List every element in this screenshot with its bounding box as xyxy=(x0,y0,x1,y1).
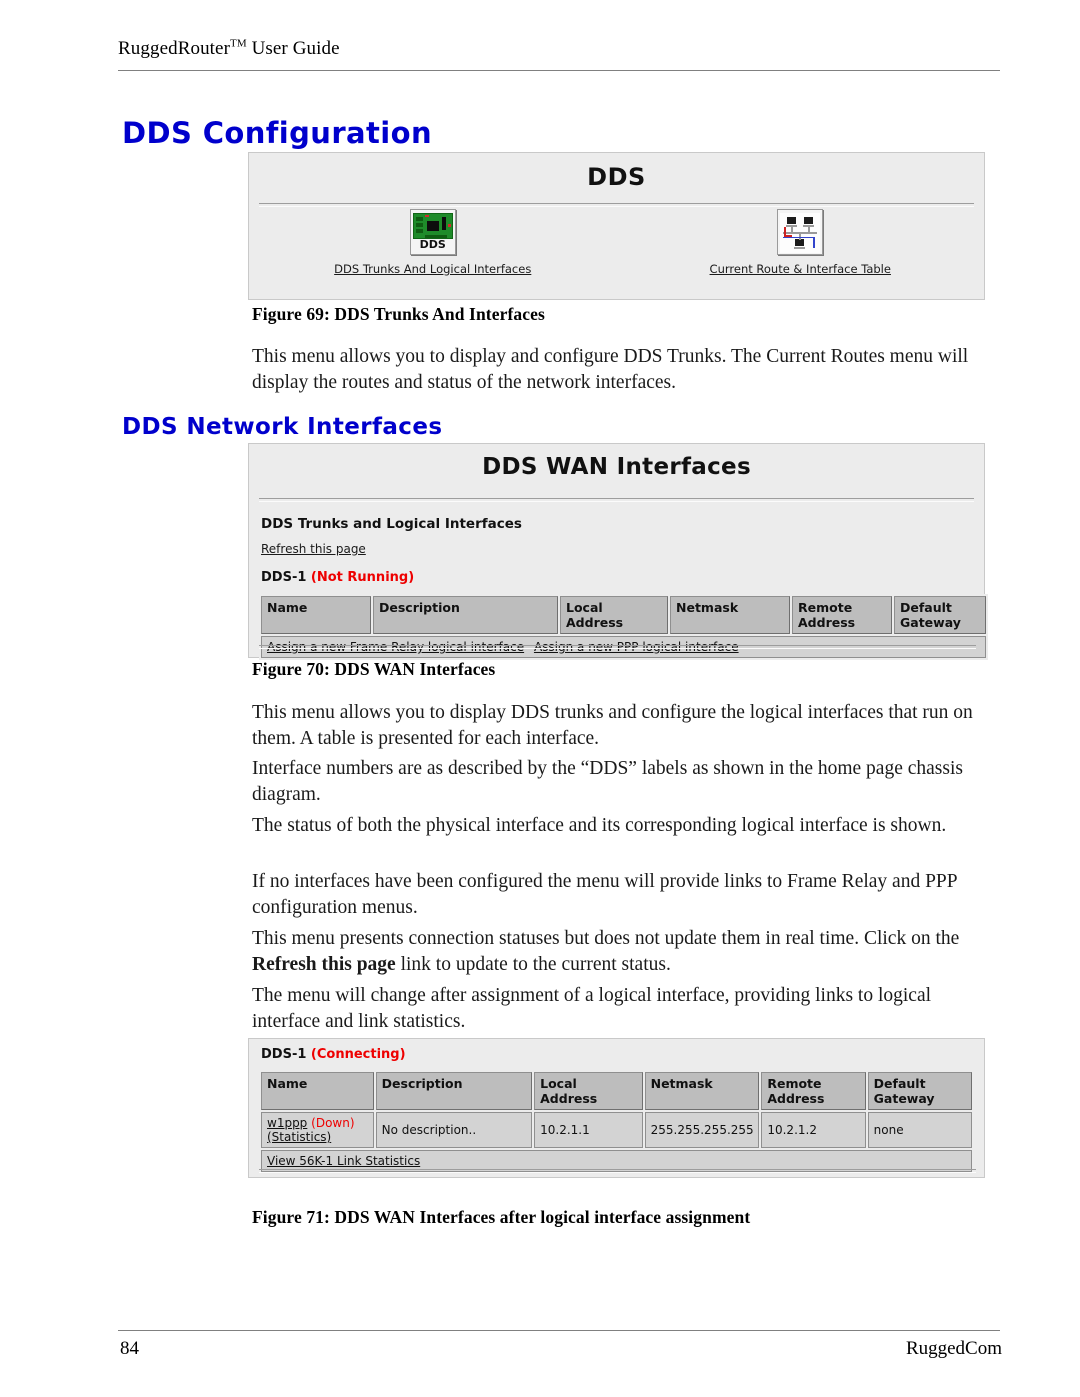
column-header-netmask: Netmask xyxy=(670,596,790,634)
paragraph-4: The status of both the physical interfac… xyxy=(252,815,947,836)
page-number: 84 xyxy=(120,1338,139,1359)
table-row: w1ppp (Down) (Statistics) No description… xyxy=(261,1112,972,1148)
dds-interfaces-table-populated: Name Description Local Address Netmask R… xyxy=(259,1070,974,1174)
paragraph-1: This menu allows you to display and conf… xyxy=(252,346,969,393)
section-title-dds-network-interfaces: DDS Network Interfaces xyxy=(122,414,443,440)
figure-70-caption: Figure 70: DDS WAN Interfaces xyxy=(252,659,496,679)
column-header-netmask: Netmask xyxy=(644,1072,760,1110)
column-header-local-address: Local Address xyxy=(534,1072,643,1110)
panel-bottom-divider xyxy=(259,1169,976,1173)
column-header-local-address: Local Address xyxy=(560,596,668,634)
trunk-status-dds1: DDS-1 (Not Running) xyxy=(261,570,984,585)
interface-statistics-link[interactable]: (Statistics) xyxy=(267,1130,331,1144)
trunk-name: DDS-1 xyxy=(261,1047,307,1062)
column-header-description: Description xyxy=(375,1072,533,1110)
trunk-status-dds1-connecting: DDS-1 (Connecting) xyxy=(261,1047,984,1062)
column-header-description: Description xyxy=(373,596,558,634)
trunk-name: DDS-1 xyxy=(261,570,307,585)
menu-link-dds-trunks[interactable]: DDS Trunks And Logical Interfaces xyxy=(334,262,531,276)
dds-icon-badge: DDS xyxy=(419,238,446,251)
view-link-statistics-link[interactable]: View 56K-1 Link Statistics xyxy=(267,1154,420,1168)
figure-71-screenshot: DDS-1 (Connecting) Name Description Loca… xyxy=(248,1038,985,1178)
page-title: DDS Configuration xyxy=(122,116,432,150)
footer-divider xyxy=(118,1330,1000,1331)
figure-71-caption: Figure 71: DDS WAN Interfaces after logi… xyxy=(252,1207,751,1227)
dds-menu-icon-row: DDS DDS Trunks And Logical Interfaces Cu… xyxy=(249,209,984,277)
web-section-title: DDS Trunks and Logical Interfaces xyxy=(261,516,522,532)
pci-card-graphic xyxy=(412,213,453,239)
trademark-symbol: TM xyxy=(230,37,247,50)
paragraph-6-emphasis: Refresh this page xyxy=(252,954,396,975)
cell-local-address: 10.2.1.1 xyxy=(534,1112,643,1148)
cell-remote-address: 10.2.1.2 xyxy=(761,1112,866,1148)
header-divider xyxy=(118,70,1000,71)
menu-item-dds-trunks[interactable]: DDS DDS Trunks And Logical Interfaces xyxy=(283,209,583,277)
trunk-state-badge: (Connecting) xyxy=(310,1047,406,1062)
panel-divider xyxy=(259,498,974,502)
document-page: RuggedRouterTM User Guide DDS Configurat… xyxy=(0,0,1080,1397)
paragraph-3: Interface numbers are as described by th… xyxy=(252,758,963,805)
paragraph-6-part2: link to update to the current status. xyxy=(395,954,671,975)
panel-divider xyxy=(259,203,974,207)
cell-description: No description.. xyxy=(375,1112,533,1148)
trunk-state-badge: (Not Running) xyxy=(310,570,415,585)
menu-item-current-route[interactable]: Current Route & Interface Table xyxy=(650,209,950,277)
dds-card-icon[interactable]: DDS xyxy=(409,209,456,255)
column-header-remote-address: Remote Address xyxy=(761,1072,866,1110)
column-header-remote-address: Remote Address xyxy=(792,596,892,634)
refresh-this-page-link[interactable]: Refresh this page xyxy=(261,542,366,556)
running-header-suffix: User Guide xyxy=(246,38,340,59)
column-header-default-gateway: Default Gateway xyxy=(867,1072,972,1110)
figure-69-caption: Figure 69: DDS Trunks And Interfaces xyxy=(252,304,545,324)
network-diagram-graphic xyxy=(780,213,821,253)
paragraph-5: If no interfaces have been configured th… xyxy=(252,871,957,918)
figure-69-screenshot: DDS DDS DDS Trunks And Logical Interface… xyxy=(248,152,985,300)
panel-bottom-divider xyxy=(259,645,976,649)
paragraph-6-part1: This menu presents connection statuses b… xyxy=(252,928,960,949)
cell-netmask: 255.255.255.255 xyxy=(644,1112,760,1148)
column-header-name: Name xyxy=(261,596,371,634)
table-header-row: Name Description Local Address Netmask R… xyxy=(261,1072,972,1110)
table-header-row: Name Description Local Address Netmask R… xyxy=(261,596,986,634)
route-table-icon[interactable] xyxy=(777,209,824,255)
interface-state-badge: (Down) xyxy=(311,1116,355,1130)
paragraph-6: This menu presents connection statuses b… xyxy=(252,926,992,978)
column-header-default-gateway: Default Gateway xyxy=(894,596,986,634)
paragraph-2: This menu allows you to display DDS trun… xyxy=(252,702,973,749)
company-name: RuggedCom xyxy=(905,1338,1002,1359)
dds-panel-title: DDS xyxy=(587,163,646,191)
cell-default-gateway: none xyxy=(867,1112,972,1148)
column-header-name: Name xyxy=(261,1072,374,1110)
running-header: RuggedRouterTM User Guide xyxy=(118,38,998,60)
paragraph-7: The menu will change after assignment of… xyxy=(252,985,932,1032)
figure-70-screenshot: DDS WAN Interfaces DDS Trunks and Logica… xyxy=(248,443,988,660)
menu-link-current-route[interactable]: Current Route & Interface Table xyxy=(710,262,891,276)
dds-interfaces-table-empty: Name Description Local Address Netmask R… xyxy=(259,594,988,660)
cell-interface-name: w1ppp (Down) (Statistics) xyxy=(261,1112,374,1148)
running-header-product: RuggedRouter xyxy=(118,38,231,59)
logical-interface-link[interactable]: w1ppp xyxy=(267,1116,307,1130)
dds-wan-panel-title: DDS WAN Interfaces xyxy=(482,454,751,480)
